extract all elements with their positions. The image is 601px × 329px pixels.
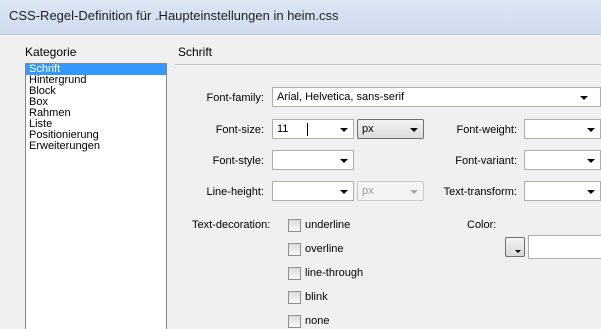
window-title: CSS-Regel-Definition für .Haupteinstellu…	[9, 8, 339, 23]
line-through-label: line-through	[305, 267, 364, 279]
chevron-down-icon	[587, 159, 595, 163]
line-through-checkbox[interactable]	[288, 267, 301, 280]
font-size-input[interactable]: 11	[272, 119, 354, 139]
font-variant-label: Font-variant:	[455, 155, 517, 167]
color-picker-button[interactable]	[505, 237, 525, 257]
panel-heading: Schrift	[178, 45, 213, 59]
text-decoration-label: Text-decoration:	[192, 219, 271, 231]
category-heading: Kategorie	[25, 45, 77, 59]
underline-label: underline	[305, 219, 351, 231]
chevron-down-icon	[340, 128, 348, 132]
chevron-down-icon	[410, 190, 418, 194]
font-size-label: Font-size:	[215, 124, 264, 136]
chevron-down-icon	[587, 190, 595, 194]
chevron-down-icon	[340, 190, 348, 194]
chevron-down-icon	[340, 159, 348, 163]
overline-label: overline	[305, 243, 344, 255]
text-cursor	[307, 123, 308, 136]
category-list[interactable]: Schrift Hintergrund Block Box Rahmen Lis…	[25, 63, 167, 329]
font-family-label: Font-family:	[206, 92, 264, 104]
line-height-unit-value: px	[362, 185, 374, 197]
font-size-unit-value: px	[362, 123, 374, 135]
underline-checkbox[interactable]	[288, 219, 301, 232]
none-label: none	[305, 315, 330, 327]
font-size-unit-select[interactable]: px	[357, 119, 424, 139]
text-transform-label: Text-transform:	[443, 186, 517, 198]
color-label: Color:	[467, 219, 497, 231]
font-size-value: 11	[277, 123, 289, 135]
title-bar: CSS-Regel-Definition für .Haupteinstellu…	[0, 0, 601, 35]
overline-checkbox[interactable]	[288, 243, 301, 256]
none-checkbox[interactable]	[288, 315, 301, 328]
color-input[interactable]	[528, 235, 601, 259]
panel-separator	[175, 64, 601, 65]
chevron-down-icon	[410, 128, 418, 132]
blink-label: blink	[305, 291, 328, 303]
font-weight-label: Font-weight:	[456, 124, 517, 136]
blink-checkbox[interactable]	[288, 291, 301, 304]
font-style-select[interactable]	[272, 150, 354, 170]
line-height-unit-select[interactable]: px	[357, 181, 424, 201]
line-height-label: Line-height:	[206, 186, 265, 198]
font-family-select[interactable]: Arial, Helvetica, sans-serif	[272, 87, 601, 107]
font-family-value: Arial, Helvetica, sans-serif	[277, 91, 405, 103]
font-style-label: Font-style:	[212, 155, 264, 167]
font-weight-select[interactable]	[524, 119, 601, 139]
line-height-input[interactable]	[272, 181, 354, 201]
font-variant-select[interactable]	[524, 150, 601, 170]
chevron-down-icon	[515, 250, 521, 253]
chevron-down-icon	[580, 96, 588, 100]
text-transform-select[interactable]	[524, 181, 601, 201]
category-item-erweiterungen[interactable]: Erweiterungen	[26, 141, 166, 152]
chevron-down-icon	[587, 128, 595, 132]
